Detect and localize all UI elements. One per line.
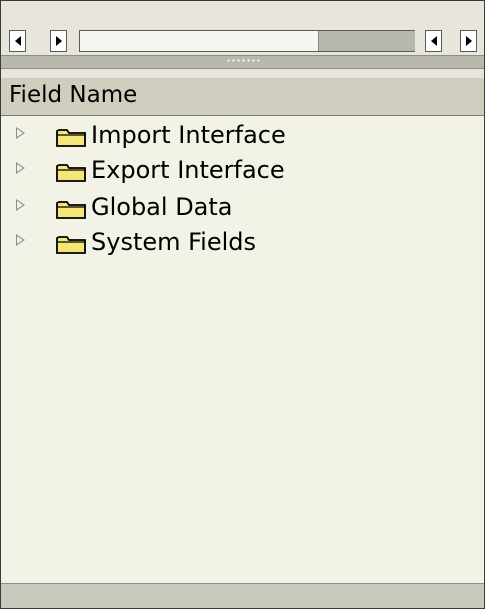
tab-list-right-button[interactable] <box>460 30 477 52</box>
arrow-left-icon <box>14 36 21 46</box>
column-header[interactable]: Field Name <box>1 78 484 116</box>
scrollbar-thumb[interactable] <box>318 31 415 51</box>
scroll-right-button[interactable] <box>50 30 67 52</box>
expand-triangle-icon[interactable] <box>16 127 25 139</box>
tree-node-label: System Fields <box>91 228 257 256</box>
tab-strip-scrollbar[interactable] <box>79 30 415 52</box>
tree-node-label: Global Data <box>91 193 233 221</box>
tree-node-global-data[interactable]: Global Data <box>1 191 484 225</box>
splitter-handle[interactable] <box>1 55 484 69</box>
arrow-right-icon <box>55 36 62 46</box>
expand-triangle-icon[interactable] <box>16 199 25 211</box>
field-tree-panel: Field Name Import Interface Export Inter… <box>0 0 485 609</box>
tab-navigation-bar <box>1 1 484 55</box>
arrow-left-icon <box>430 36 437 46</box>
folder-icon <box>56 129 86 147</box>
tree-node-system-fields[interactable]: System Fields <box>1 226 484 260</box>
grip-dots-icon <box>226 59 262 62</box>
tab-list-left-button[interactable] <box>425 30 442 52</box>
tree-node-label: Import Interface <box>91 121 286 149</box>
expand-triangle-icon[interactable] <box>16 162 25 174</box>
folder-icon <box>56 164 86 182</box>
folder-icon <box>56 201 86 219</box>
field-tree: Import Interface Export Interface Global… <box>1 116 484 583</box>
column-header-field-name: Field Name <box>9 82 138 108</box>
folder-icon <box>56 236 86 254</box>
expand-triangle-icon[interactable] <box>16 234 25 246</box>
tree-node-label: Export Interface <box>91 156 285 184</box>
horizontal-scrollbar[interactable] <box>1 583 484 608</box>
arrow-right-icon <box>465 36 472 46</box>
tree-node-import-interface[interactable]: Import Interface <box>1 119 484 153</box>
tree-node-export-interface[interactable]: Export Interface <box>1 154 484 188</box>
scroll-left-button[interactable] <box>9 30 26 52</box>
